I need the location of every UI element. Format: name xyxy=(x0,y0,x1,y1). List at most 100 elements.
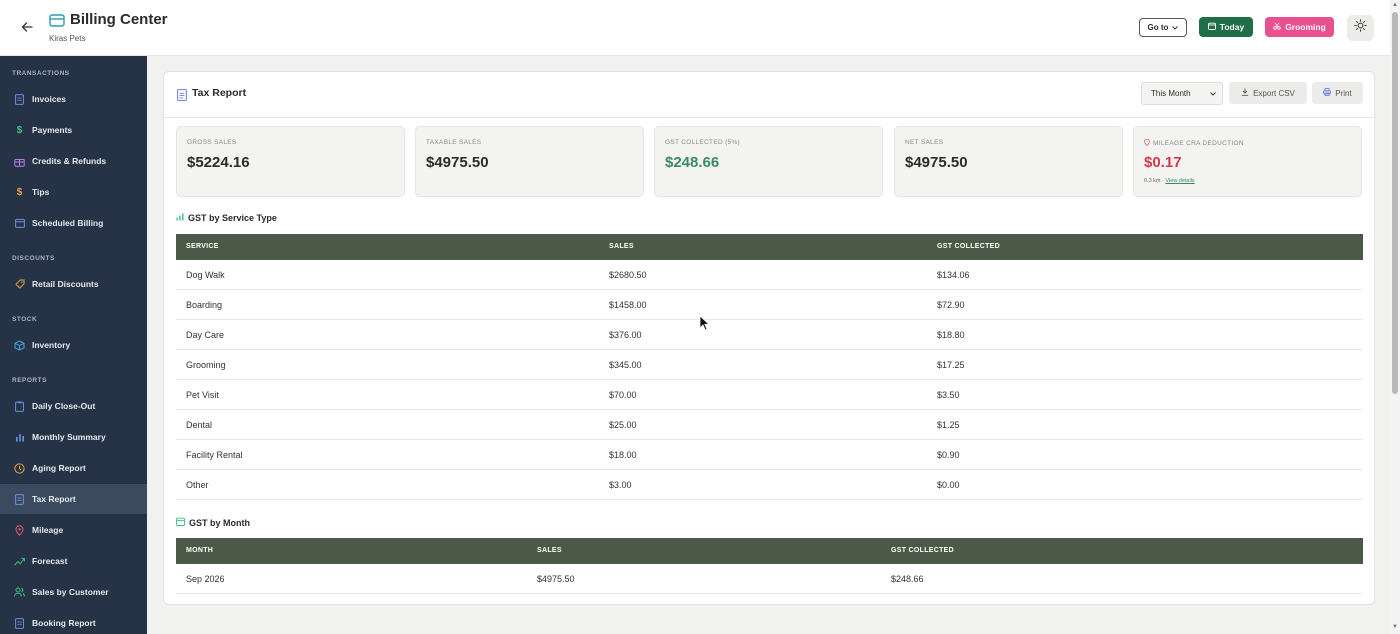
month-section-label: GST by Month xyxy=(189,517,250,528)
sidebar-item-label: Credits & Refunds xyxy=(32,156,107,166)
back-arrow-icon[interactable] xyxy=(18,18,36,36)
sidebar-item-invoices[interactable]: Invoices xyxy=(0,84,147,114)
sidebar-item-label: Inventory xyxy=(32,340,71,350)
goto-dropdown[interactable]: Go to xyxy=(1139,18,1187,37)
sidebar-item-sales-by-customer[interactable]: Sales by Customer xyxy=(0,577,147,607)
view-details-link[interactable]: View details xyxy=(1165,178,1194,184)
sidebar-item-label: Invoices xyxy=(32,94,67,104)
service-cell: Other xyxy=(186,480,209,490)
scroll-up-arrow-icon[interactable]: ▲ xyxy=(1392,2,1398,8)
gst-cell: $0.00 xyxy=(937,480,960,490)
document-icon xyxy=(14,493,25,505)
table-row: Boarding $1458.00 $72.90 xyxy=(176,290,1363,320)
service-cell: Boarding xyxy=(186,300,223,310)
month-section-title: GST by Month xyxy=(176,517,250,528)
gst-cell: $3.50 xyxy=(937,390,960,400)
users-icon xyxy=(14,587,25,598)
calendar-icon xyxy=(176,517,185,528)
section-reports: REPORTS xyxy=(12,377,47,384)
table-row: Grooming $345.00 $17.25 xyxy=(176,350,1363,380)
map-pin-icon xyxy=(14,524,25,536)
gst-cell: $134.06 xyxy=(937,270,970,280)
service-cell: Dog Walk xyxy=(186,270,225,280)
service-cell: Grooming xyxy=(186,360,226,370)
sidebar-item-forecast[interactable]: Forecast xyxy=(0,546,147,576)
table-row: Dental $25.00 $1.25 xyxy=(176,410,1363,440)
mileage-note: 0.3 km · View details xyxy=(1144,178,1195,184)
document-icon xyxy=(177,88,187,101)
trend-icon xyxy=(14,556,25,567)
print-label: Print xyxy=(1335,88,1352,98)
calendar-icon xyxy=(14,218,25,229)
sidebar-item-label: Tips xyxy=(32,187,50,197)
service-cell: Day Care xyxy=(186,330,225,340)
stat-label-wrap: MILEAGE CRA DEDUCTION xyxy=(1144,138,1244,148)
sidebar-item-credits-refunds[interactable]: Credits & Refunds xyxy=(0,146,147,176)
table-row: Pet Visit $70.00 $3.50 xyxy=(176,380,1363,410)
sidebar-item-scheduled-billing[interactable]: Scheduled Billing xyxy=(0,208,147,238)
clipboard-icon xyxy=(14,401,25,412)
sales-cell: $25.00 xyxy=(609,420,637,430)
download-icon xyxy=(1241,88,1249,98)
stat-mileage-deduction: MILEAGE CRA DEDUCTION $0.17 0.3 km · Vie… xyxy=(1133,126,1362,197)
sales-cell: $2680.50 xyxy=(609,270,647,280)
section-discounts: DISCOUNTS xyxy=(12,255,55,262)
box-icon xyxy=(14,339,25,351)
sidebar-item-payments[interactable]: $ Payments xyxy=(0,115,147,145)
sidebar-item-label: Tax Report xyxy=(32,494,76,504)
scissors-icon xyxy=(1273,22,1281,32)
sidebar-item-retail-discounts[interactable]: Retail Discounts xyxy=(0,269,147,299)
month-table: MONTH SALES GST COLLECTED Sep 2026 $4975… xyxy=(176,538,1363,594)
service-cell: Dental xyxy=(186,420,213,430)
table-row: Dog Walk $2680.50 $134.06 xyxy=(176,260,1363,290)
stat-value: $4975.50 xyxy=(426,154,489,171)
stat-label: GROSS SALES xyxy=(187,139,237,146)
table-row: Other $3.00 $0.00 xyxy=(176,470,1363,500)
clock-icon xyxy=(14,462,25,474)
service-section-label: GST by Service Type xyxy=(188,213,277,223)
period-select[interactable]: This Month xyxy=(1141,82,1223,105)
sidebar-item-label: Monthly Summary xyxy=(32,432,106,442)
scrollbar-thumb[interactable] xyxy=(1392,12,1398,394)
sun-icon xyxy=(1354,19,1367,37)
sidebar-item-aging-report[interactable]: Aging Report xyxy=(0,453,147,483)
sidebar-item-mileage[interactable]: Mileage xyxy=(0,515,147,545)
dollar-icon: $ xyxy=(16,186,23,198)
column-header: SALES xyxy=(609,243,634,250)
printer-icon xyxy=(1323,88,1332,98)
stat-value: $4975.50 xyxy=(905,154,968,171)
today-button[interactable]: Today xyxy=(1199,17,1253,37)
column-header: MONTH xyxy=(186,547,214,554)
sidebar: TRANSACTIONS Invoices $ Payments Credits… xyxy=(0,56,147,634)
sidebar-item-tips[interactable]: $ Tips xyxy=(0,177,147,207)
export-csv-button[interactable]: Export CSV xyxy=(1229,82,1307,104)
table-row: Sep 2026 $4975.50 $248.66 xyxy=(176,564,1363,594)
column-header: GST COLLECTED xyxy=(891,547,955,554)
sidebar-item-tax-report[interactable]: Tax Report xyxy=(0,484,147,514)
sidebar-item-booking-report[interactable]: Booking Report xyxy=(0,608,147,634)
gst-cell: $248.66 xyxy=(891,574,924,584)
sidebar-item-label: Sales by Customer xyxy=(32,587,109,597)
stat-taxable-sales: TAXABLE SALES $4975.50 xyxy=(415,126,644,197)
theme-toggle-button[interactable] xyxy=(1347,15,1374,41)
document-icon xyxy=(14,617,25,629)
table-row: Facility Rental $18.00 $0.90 xyxy=(176,440,1363,470)
sidebar-item-monthly-summary[interactable]: Monthly Summary xyxy=(0,422,147,452)
bar-chart-icon xyxy=(176,213,184,223)
service-cell: Pet Visit xyxy=(186,390,219,400)
sidebar-item-label: Scheduled Billing xyxy=(32,218,104,228)
report-header: Tax Report This Month Export CSV Print xyxy=(164,72,1374,118)
scroll-down-arrow-icon[interactable]: ▼ xyxy=(1392,624,1398,630)
sidebar-item-inventory[interactable]: Inventory xyxy=(0,330,147,360)
period-select-value: This Month xyxy=(1151,89,1191,98)
gst-cell: $1.25 xyxy=(937,420,960,430)
sales-cell: $345.00 xyxy=(609,360,642,370)
print-button[interactable]: Print xyxy=(1312,82,1363,104)
page-scrollbar[interactable]: ▲ ▼ xyxy=(1390,0,1400,634)
column-header: SERVICE xyxy=(186,243,219,250)
sidebar-item-daily-close-out[interactable]: Daily Close-Out xyxy=(0,391,147,421)
grooming-button[interactable]: Grooming xyxy=(1265,17,1334,37)
credit-card-icon xyxy=(49,14,65,28)
stat-value: $5224.16 xyxy=(187,154,250,171)
sales-cell: $4975.50 xyxy=(537,574,575,584)
